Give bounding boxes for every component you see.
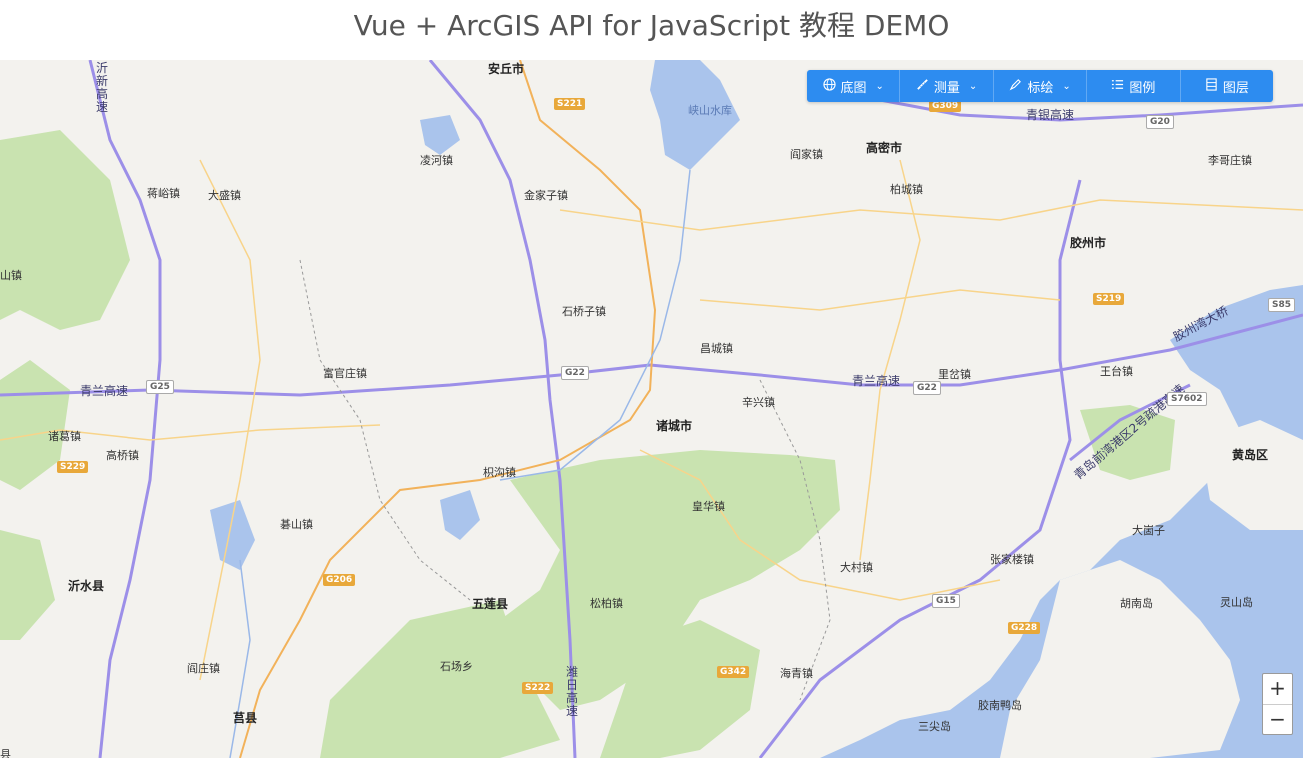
place-label: 大村镇: [840, 561, 873, 574]
layers-label: 图层: [1222, 80, 1249, 96]
list-icon: [1111, 78, 1124, 95]
layers-icon: [1205, 77, 1218, 95]
place-label: 诸城市: [656, 419, 693, 433]
road: [859, 159, 921, 561]
map-view[interactable]: 安丘市 高密市 胶州市 诸城市 五莲县 沂水县 莒县 黄岛区 凌河镇 金家子镇 …: [0, 60, 1303, 758]
basemap-button[interactable]: 底图 ⌄: [807, 70, 901, 102]
place-label: 诸葛镇: [48, 430, 81, 443]
place-label: 高桥镇: [106, 449, 139, 462]
road-shield: G206: [323, 574, 356, 586]
road: [699, 289, 1061, 311]
globe-icon: [822, 77, 836, 95]
place-label: 凌河镇: [420, 154, 453, 167]
road: [199, 159, 261, 681]
lake: [210, 500, 255, 570]
road-shield: S221: [554, 98, 586, 110]
place-label: 大盛镇: [208, 189, 241, 202]
place-label: 胶南鸭岛: [978, 699, 1022, 712]
place-label: 昌城镇: [700, 342, 733, 355]
place-label: 柏城镇: [890, 183, 923, 196]
measure-button[interactable]: 测量 ⌄: [900, 70, 994, 102]
place-label: 胶州市: [1070, 236, 1107, 250]
lake: [420, 115, 460, 155]
place-label: 灵山岛: [1220, 596, 1253, 609]
place-label: 阎家镇: [790, 148, 823, 161]
legend-button[interactable]: 图例: [1087, 70, 1181, 102]
place-label: 沂水县: [68, 579, 105, 593]
ruler-icon: [916, 78, 929, 95]
page-title: Vue + ArcGIS API for JavaScript 教程 DEMO: [353, 9, 950, 42]
chevron-down-icon: ⌄: [968, 80, 978, 92]
river: [229, 559, 251, 758]
basemap-graphics: [0, 60, 1303, 758]
basemap-label: 底图: [840, 80, 867, 96]
place-label: 石场乡: [440, 660, 473, 673]
place-label: 枳沟镇: [483, 466, 516, 479]
place-label: 皇华镇: [692, 500, 725, 513]
place-label: 蒋峪镇: [147, 187, 180, 200]
road-shield: G20: [1146, 115, 1174, 129]
road-shield: S85: [1268, 298, 1296, 312]
place-label: 山镇: [0, 269, 22, 282]
zoom-control: + −: [1262, 673, 1293, 735]
road-label: 青兰高速: [852, 374, 901, 388]
road-shield: G342: [717, 666, 750, 678]
place-label: 里岔镇: [938, 368, 971, 381]
map-toolbar: 底图 ⌄ 测量 ⌄ 标绘 ⌄ 图例 图层: [807, 70, 1273, 102]
green-area: [0, 530, 55, 640]
zoom-out-button[interactable]: −: [1263, 705, 1292, 735]
draw-button[interactable]: 标绘 ⌄: [994, 70, 1088, 102]
green-area: [0, 130, 130, 330]
road-label: 青银高速: [1026, 108, 1075, 122]
place-label: 大崮子: [1132, 524, 1165, 537]
lake: [440, 490, 480, 540]
pen-icon: [1009, 78, 1022, 95]
road-shield: S222: [522, 682, 554, 694]
place-label: 安丘市: [488, 62, 525, 76]
place-label: 碁山镇: [280, 518, 313, 531]
road-label: 青兰高速: [80, 384, 129, 398]
road-label: 沂新高速: [96, 61, 109, 114]
measure-label: 测量: [933, 80, 960, 96]
zoom-in-button[interactable]: +: [1263, 674, 1292, 705]
highway: [88, 60, 162, 758]
road-shield: S7602: [1167, 392, 1207, 406]
place-label: 海青镇: [780, 667, 813, 680]
road-shield: G15: [932, 594, 960, 608]
layers-button[interactable]: 图层: [1181, 70, 1273, 102]
road-shield: G22: [913, 381, 941, 395]
road: [559, 199, 1303, 231]
road-label: 潍日高速: [566, 665, 579, 718]
place-label: 辛兴镇: [742, 396, 775, 409]
place-label: 富官庄镇: [323, 367, 367, 380]
place-label: 高密市: [866, 141, 903, 155]
place-label: 李哥庄镇: [1208, 154, 1252, 167]
chevron-down-icon: ⌄: [875, 80, 884, 92]
road-shield: S219: [1093, 293, 1125, 305]
place-label: 张家楼镇: [990, 553, 1034, 566]
place-label: 五莲县: [472, 597, 509, 611]
road-shield: G22: [561, 366, 589, 380]
place-label: 金家子镇: [524, 189, 568, 202]
boundary: [299, 259, 471, 601]
place-label: 黄岛区: [1232, 448, 1269, 462]
place-label: 石桥子镇: [562, 305, 606, 318]
place-label: 莒县: [233, 711, 258, 725]
place-label: 胡南岛: [1120, 597, 1153, 610]
place-label: 县: [0, 748, 11, 758]
chevron-down-icon: ⌄: [1062, 80, 1071, 92]
water-label: 峡山水库: [688, 104, 732, 117]
place-label: 王台镇: [1100, 365, 1133, 378]
draw-label: 标绘: [1027, 80, 1054, 96]
road-shield: S229: [57, 461, 89, 473]
legend-label: 图例: [1129, 80, 1156, 96]
road-shield: G25: [146, 380, 174, 394]
place-label: 三尖岛: [918, 720, 951, 733]
place-label: 松柏镇: [590, 597, 623, 610]
place-label: 阎庄镇: [187, 662, 220, 675]
page-header: Vue + ArcGIS API for JavaScript 教程 DEMO: [0, 0, 1303, 61]
road-shield: G228: [1008, 622, 1041, 634]
